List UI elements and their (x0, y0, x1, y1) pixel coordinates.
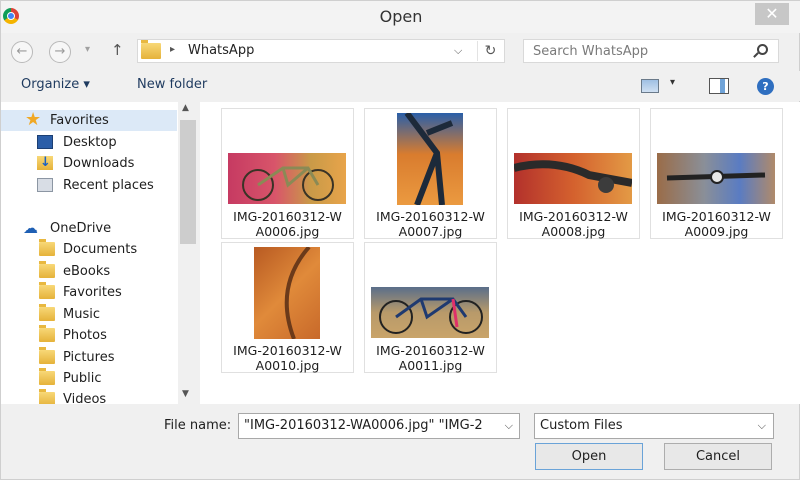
up-folder-button[interactable]: ↑ (111, 41, 124, 59)
sidebar-item-favorites-folder[interactable]: Favorites (1, 282, 177, 303)
file-name-field[interactable]: "IMG-20160312-WA0006.jpg" "IMG-2 ⌵ (238, 413, 520, 439)
sidebar-item-public[interactable]: Public (1, 368, 177, 389)
image-thumbnail (657, 153, 775, 204)
sidebar-item-label: Photos (63, 328, 107, 343)
sidebar-item-onedrive[interactable]: ☁ OneDrive (1, 218, 177, 239)
sidebar-item-documents[interactable]: Documents (1, 239, 177, 260)
folder-icon (141, 40, 161, 59)
sidebar-item-recent-places[interactable]: Recent places (1, 175, 177, 196)
folder-icon (39, 389, 55, 404)
breadcrumb-whatsapp[interactable]: WhatsApp (188, 43, 254, 58)
folder-icon (39, 325, 55, 342)
folder-icon (39, 282, 55, 299)
cloud-icon: ☁ (23, 219, 38, 237)
desktop-icon (37, 135, 53, 149)
view-options-chevron-icon[interactable]: ▾ (670, 77, 675, 88)
address-bar[interactable]: ▸ WhatsApp ⌵ ↻ (137, 39, 505, 63)
scroll-up-icon[interactable]: ▲ (182, 103, 189, 113)
command-bar: Organize ▾ New folder ▾ ? (1, 71, 800, 101)
sidebar-item-label: Music (63, 307, 100, 322)
help-icon[interactable]: ? (757, 78, 774, 95)
file-type-select[interactable]: Custom Files ⌵ (534, 413, 774, 439)
recent-locations-chevron-icon[interactable]: ▾ (85, 44, 90, 55)
navigation-scrollbar[interactable]: ▲ ▼ (178, 102, 198, 404)
file-name-history-chevron-icon[interactable]: ⌵ (505, 419, 513, 433)
sidebar-item-label: eBooks (63, 264, 111, 279)
file-name: IMG-20160312-W A0007.jpg (376, 209, 485, 239)
scroll-down-icon[interactable]: ▼ (182, 389, 189, 399)
sidebar-item-favorites[interactable]: ★ Favorites (1, 109, 177, 131)
search-input[interactable]: Search WhatsApp (523, 39, 779, 63)
image-thumbnail (228, 153, 346, 204)
search-placeholder: Search WhatsApp (533, 44, 649, 59)
sidebar-item-label: Recent places (63, 178, 154, 193)
open-button[interactable]: Open (535, 443, 643, 470)
title-bar: Open ✕ (1, 1, 800, 33)
sidebar-item-label: Favorites (63, 285, 122, 300)
file-name: IMG-20160312-W A0008.jpg (519, 209, 628, 239)
sidebar-item-label: Documents (63, 242, 138, 257)
folder-icon (39, 304, 55, 321)
file-type-value: Custom Files (540, 418, 623, 433)
sidebar-item-label: OneDrive (50, 221, 112, 236)
dialog-title: Open (379, 7, 423, 26)
file-name-label: File name: (164, 418, 232, 433)
sidebar-item-desktop[interactable]: Desktop (1, 132, 177, 153)
file-name: IMG-20160312-W A0010.jpg (233, 343, 342, 373)
navigation-pane: ★ Favorites Desktop Downloads Recent pla… (1, 102, 198, 404)
file-list: IMG-20160312-W A0006.jpg IMG-20160312-W … (200, 102, 800, 404)
file-name: IMG-20160312-W A0009.jpg (662, 209, 771, 239)
sidebar-item-ebooks[interactable]: eBooks (1, 261, 177, 282)
sidebar-item-videos[interactable]: Videos (1, 389, 177, 404)
image-thumbnail (371, 287, 489, 338)
sidebar-item-downloads[interactable]: Downloads (1, 152, 177, 174)
file-name-value[interactable]: "IMG-20160312-WA0006.jpg" "IMG-2 (244, 418, 496, 433)
sidebar-item-label: Downloads (63, 156, 135, 171)
downloads-icon (37, 152, 53, 173)
file-name: IMG-20160312-W A0011.jpg (376, 343, 485, 373)
scroll-thumb[interactable] (180, 120, 196, 244)
refresh-button[interactable]: ↻ (477, 41, 503, 61)
change-view-icon[interactable] (641, 79, 659, 93)
recent-places-icon (37, 178, 53, 192)
close-button[interactable]: ✕ (755, 3, 789, 25)
file-item[interactable]: IMG-20160312-W A0008.jpg (507, 108, 640, 239)
sidebar-item-label: Desktop (63, 135, 117, 150)
new-folder-button[interactable]: New folder (137, 77, 207, 92)
image-thumbnail (397, 113, 463, 205)
folder-icon (39, 347, 55, 364)
folder-icon (39, 368, 55, 385)
sidebar-item-label: Videos (63, 392, 107, 404)
preview-pane-icon[interactable] (709, 78, 729, 94)
forward-button[interactable]: → (49, 41, 71, 63)
file-item[interactable]: IMG-20160312-W A0007.jpg (364, 108, 497, 239)
file-item[interactable]: IMG-20160312-W A0011.jpg (364, 242, 497, 373)
file-name: IMG-20160312-W A0006.jpg (233, 209, 342, 239)
file-item[interactable]: IMG-20160312-W A0009.jpg (650, 108, 783, 239)
open-dialog: Open ✕ ← → ▾ ↑ ▸ WhatsApp ⌵ ↻ Search Wha… (0, 0, 800, 480)
sidebar-item-pictures[interactable]: Pictures (1, 347, 177, 368)
sidebar-item-label: Favorites (50, 113, 109, 128)
sidebar-item-music[interactable]: Music (1, 304, 177, 325)
organize-menu-button[interactable]: Organize ▾ (21, 77, 90, 92)
breadcrumb-separator-icon[interactable]: ▸ (170, 44, 175, 55)
sidebar-item-label: Pictures (63, 350, 115, 365)
cancel-button[interactable]: Cancel (664, 443, 772, 470)
star-icon: ★ (25, 109, 42, 130)
file-item[interactable]: IMG-20160312-W A0010.jpg (221, 242, 354, 373)
image-thumbnail (514, 153, 632, 204)
image-thumbnail (254, 247, 320, 339)
file-item[interactable]: IMG-20160312-W A0006.jpg (221, 108, 354, 239)
sidebar-item-label: Public (63, 371, 102, 386)
folder-icon (39, 261, 55, 278)
file-type-chevron-icon[interactable]: ⌵ (758, 419, 766, 433)
sidebar-item-photos[interactable]: Photos (1, 325, 177, 346)
folder-icon (39, 239, 55, 256)
search-icon[interactable] (757, 44, 768, 55)
back-button[interactable]: ← (11, 41, 33, 63)
address-history-chevron-icon[interactable]: ⌵ (454, 44, 462, 58)
